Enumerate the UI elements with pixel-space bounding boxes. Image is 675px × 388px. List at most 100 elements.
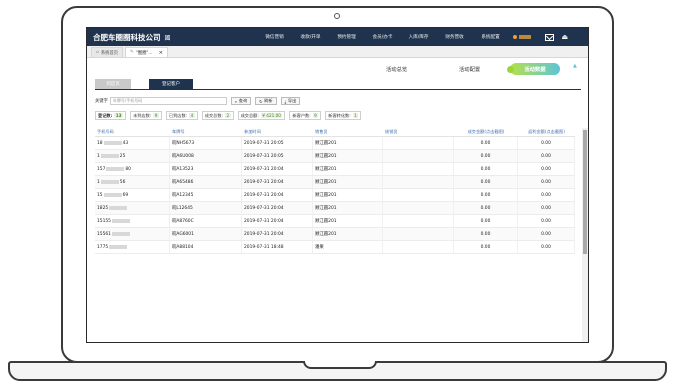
nav-finance[interactable]: 财务营收 <box>437 34 473 40</box>
col-phone[interactable]: 手机号码 <box>95 127 170 136</box>
phone-prefix: 1775 <box>97 244 109 250</box>
user-menu[interactable] <box>512 35 531 39</box>
stat-label: 已到店数: <box>168 112 188 118</box>
stat-value: 9 <box>153 113 159 118</box>
cell-time: 2019-07-31 20:05 <box>242 137 313 149</box>
cell-time: 2019-07-31 20:04 <box>242 163 313 175</box>
nav-system-config[interactable]: 系统配置 <box>473 34 509 40</box>
cell-phone: 15561 <box>95 228 170 240</box>
subtab-registered[interactable]: 登记客户 <box>149 79 193 89</box>
refresh-icon: ↻ <box>259 98 263 104</box>
mail-icon[interactable] <box>544 33 554 41</box>
tab-quanquan[interactable]: ✎ "圈圈"... × <box>125 47 169 57</box>
cell-time: 2019-07-31 20:04 <box>242 176 313 188</box>
phone-suffix: 43 <box>122 140 129 146</box>
cell-plate: 皖AG6001 <box>170 228 242 240</box>
nav-membership[interactable]: 会员/办卡 <box>365 34 401 40</box>
search-input[interactable]: 车牌号/手机号码 <box>109 97 227 105</box>
col-time[interactable]: 参加时间 <box>242 127 313 136</box>
cell-deal-amount: 0.00 <box>454 241 518 253</box>
logout-icon[interactable]: ⏏ <box>562 33 569 41</box>
search-icon: ⌕ <box>234 98 238 104</box>
cell-plate: 皖A6U008 <box>170 150 242 162</box>
col-plate[interactable]: 车牌号 <box>170 127 242 136</box>
stat-arrived: 已到店数: 4 <box>165 111 198 120</box>
cell-deal-amount: 0.00 <box>454 189 518 201</box>
table-row[interactable]: 1 25 皖A6U008 2019-07-31 20:05 顾江圆201 0.00 0.00 <box>95 150 575 163</box>
cell-rebate-amount: 0.00 <box>518 176 575 188</box>
phone-prefix: 18 <box>97 140 103 146</box>
refresh-button-label: 刷新 <box>264 98 273 103</box>
cell-verifier <box>383 176 454 188</box>
col-verifier[interactable]: 核销员 <box>383 127 454 136</box>
cell-verifier <box>383 137 454 149</box>
chevron-up-icon[interactable]: ▲ <box>573 63 577 69</box>
tab-home[interactable]: ⌂ 系统首页 <box>91 47 124 57</box>
phone-prefix: 1 <box>97 153 100 159</box>
cell-verifier <box>383 163 454 175</box>
phone-redacted <box>100 180 119 184</box>
cell-rebate-amount: 0.00 <box>518 189 575 201</box>
search-row: 关键字 车牌号/手机号码 ⌕ 查询 ↻ 刷新 ⤓ 导出 <box>95 97 301 105</box>
table-row[interactable]: 18 43 皖NH5673 2019-07-31 20:05 顾江圆201 0.00 0.0… <box>95 137 575 150</box>
cell-time: 2019-07-31 20:05 <box>242 150 313 162</box>
scrollbar-thumb[interactable] <box>583 130 587 254</box>
cell-verifier <box>383 202 454 214</box>
cell-deal-amount: 0.00 <box>454 202 518 214</box>
col-deal-amount[interactable]: 成交金额(点击截图) <box>454 127 518 136</box>
stat-label: 成交总额: <box>240 112 259 118</box>
table-row[interactable]: 157 80 皖A13523 2019-07-31 20:04 顾江圆201 0.00 0.… <box>95 163 575 176</box>
download-icon: ⤓ <box>284 98 287 104</box>
table-row[interactable]: 15561 皖AG6001 2019-07-31 20:04 顾江圆201 0.00 0.… <box>95 228 575 241</box>
close-icon[interactable]: × <box>158 50 163 56</box>
cell-rebate-amount: 0.00 <box>518 150 575 162</box>
cell-plate: 皖L12645 <box>170 202 242 214</box>
cell-phone: 18 43 <box>95 137 170 149</box>
table-row[interactable]: 15155 皖A8760C 2019-07-31 20:04 顾江圆201 0.00 0.… <box>95 215 575 228</box>
page-tab-strip: ⌂ 系统首页 ✎ "圈圈"... × <box>87 46 588 58</box>
cell-plate: 皖A88104 <box>170 241 242 253</box>
table-row[interactable]: 1825 皖L12645 2019-07-31 20:04 顾江圆201 0.00 0.0… <box>95 202 575 215</box>
cell-time: 2019-07-31 20:04 <box>242 202 313 214</box>
cell-sales: 顾江圆201 <box>313 137 383 149</box>
nav-wechat-marketing[interactable]: 微信营销 <box>257 34 293 40</box>
phone-redacted <box>103 141 122 145</box>
col-rebate-amount[interactable]: 返利金额(点击截图) <box>518 127 575 136</box>
cell-phone: 1825 <box>95 202 170 214</box>
activity-overview-link[interactable]: 活动总览 <box>386 65 407 73</box>
export-button[interactable]: ⤓ 导出 <box>280 97 301 105</box>
cell-verifier <box>383 241 454 253</box>
stat-label: 新客转化数: <box>328 112 351 118</box>
nav-inventory[interactable]: 入库/库存 <box>401 34 437 40</box>
table-row[interactable]: 15 69 皖A12345 2019-07-31 20:04 顾江圆201 0.00 0.0… <box>95 189 575 202</box>
table-body: 18 43 皖NH5673 2019-07-31 20:05 顾江圆201 0.00 0.0… <box>95 137 575 254</box>
phone-redacted <box>109 206 128 210</box>
customer-table: 手机号码 车牌号 参加时间 销售员 核销员 成交金额(点击截图) 返利金额(点击… <box>95 127 575 254</box>
tab-quanquan-label: "圈圈"... <box>135 50 153 56</box>
cell-verifier <box>383 150 454 162</box>
user-icon <box>512 35 517 39</box>
tab-home-label: 系统首页 <box>100 50 119 56</box>
phone-prefix: 1825 <box>97 205 109 211</box>
cell-sales: 顾江圆201 <box>313 189 383 201</box>
table-row[interactable]: 1 56 皖A65486 2019-07-31 20:04 顾江圆201 0.00 0.00 <box>95 176 575 189</box>
phone-redacted <box>100 154 119 158</box>
cell-deal-amount: 0.00 <box>454 150 518 162</box>
stat-value: 9 <box>312 113 319 118</box>
table-row[interactable]: 1775 皖A88104 2019-07-31 18:48 潘果 0.00 0.00 <box>95 241 575 254</box>
brand-name: 合肥车圈圈科技公司 <box>93 32 161 42</box>
stat-conversions: 新客转化数: 1 <box>325 111 362 120</box>
col-sales[interactable]: 销售员 <box>313 127 383 136</box>
refresh-button[interactable]: ↻ 刷新 <box>255 97 277 105</box>
subtab-arrived[interactable]: 到店页 <box>95 79 131 89</box>
nav-payment[interactable]: 收款/开单 <box>293 34 329 40</box>
nav-appointments[interactable]: 预约管理 <box>329 34 365 40</box>
activity-config-link[interactable]: 活动配置 <box>459 65 480 73</box>
activity-data-button[interactable]: 活动数据 <box>507 63 560 75</box>
scrollbar[interactable] <box>582 128 588 342</box>
cell-sales: 顾江圆201 <box>313 150 383 162</box>
cell-rebate-amount: 0.00 <box>518 202 575 214</box>
query-button[interactable]: ⌕ 查询 <box>230 97 252 105</box>
cell-phone: 15 69 <box>95 189 170 201</box>
phone-redacted <box>103 193 122 197</box>
